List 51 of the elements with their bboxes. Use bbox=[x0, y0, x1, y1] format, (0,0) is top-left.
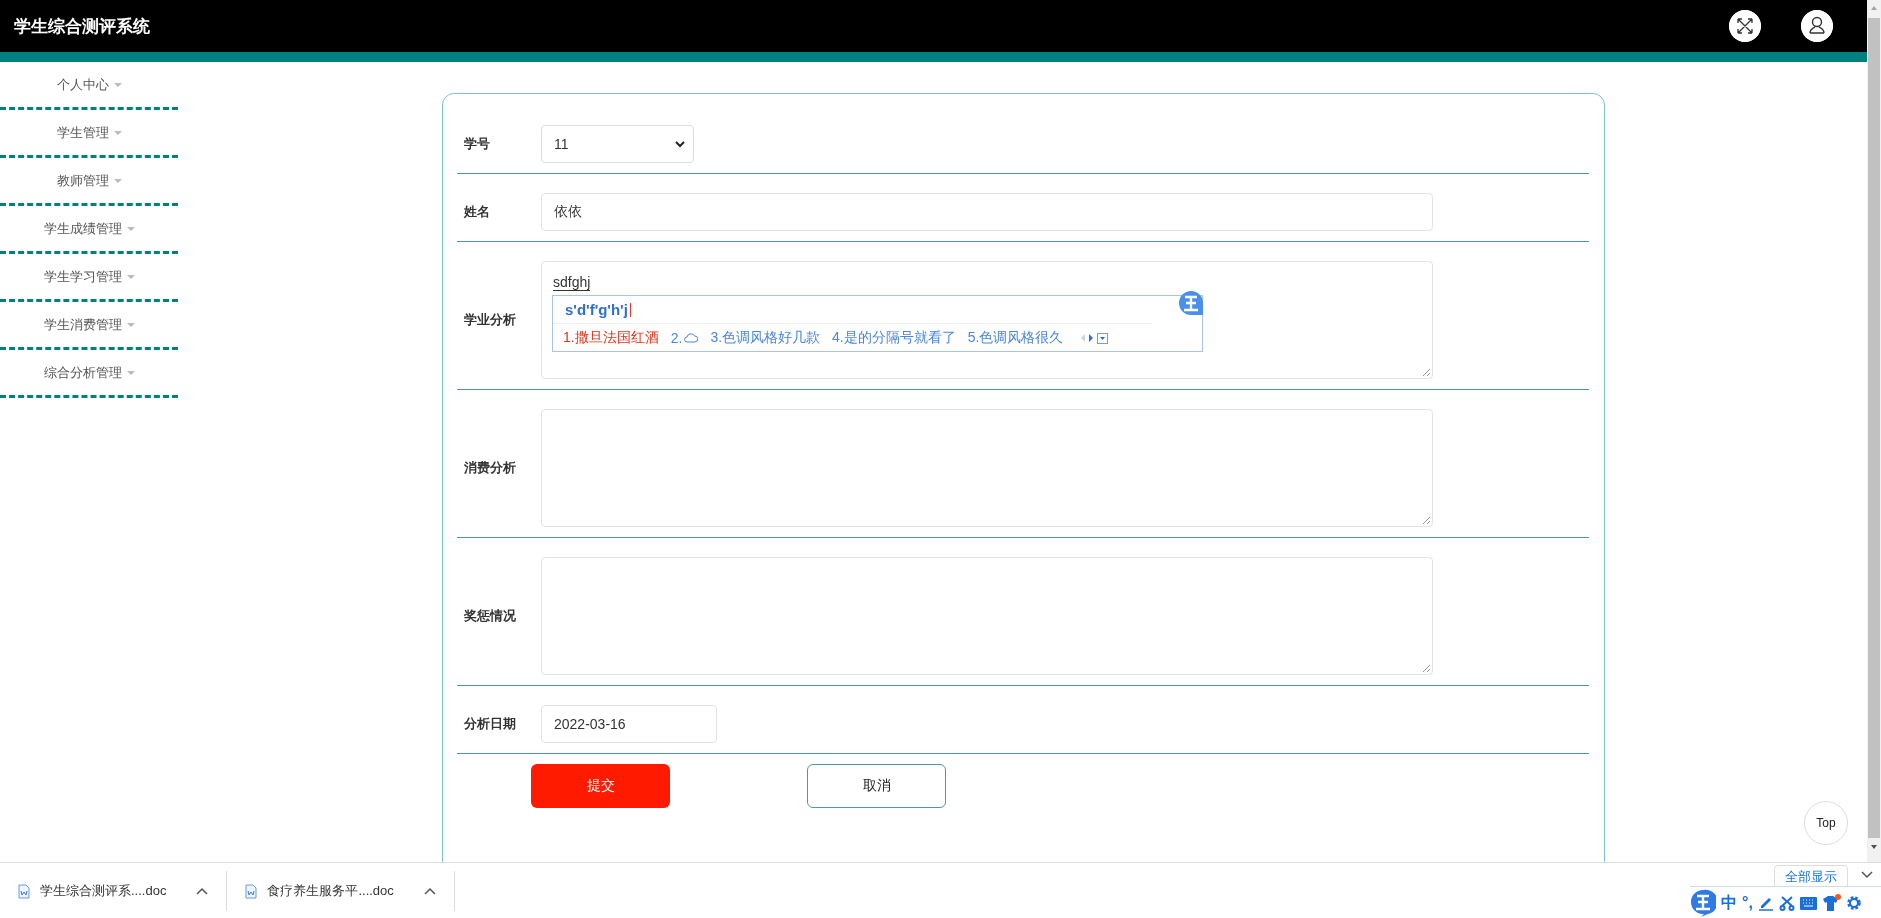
document-icon bbox=[18, 883, 30, 899]
submit-button[interactable]: 提交 bbox=[531, 764, 670, 808]
scissors-icon[interactable] bbox=[1778, 895, 1795, 911]
shirt-icon[interactable] bbox=[1821, 894, 1841, 912]
student-id-select[interactable]: 11 bbox=[541, 125, 694, 163]
caret-icon[interactable] bbox=[423, 887, 436, 895]
ime-candidate[interactable]: 3.色调风格好几款 bbox=[710, 329, 821, 347]
field-label: 分析日期 bbox=[463, 715, 517, 733]
fullscreen-icon[interactable] bbox=[1729, 10, 1761, 42]
menu-item[interactable]: 教师管理 bbox=[56, 171, 122, 190]
ime-candidate[interactable]: 2. bbox=[670, 330, 699, 346]
field-label: 学业分析 bbox=[463, 311, 517, 329]
download-file[interactable]: 学生综合测评系....doc bbox=[40, 882, 167, 900]
field-label: 奖惩情况 bbox=[463, 607, 517, 625]
back-to-top-button[interactable]: Top bbox=[1804, 801, 1848, 845]
cancel-button[interactable]: 取消 bbox=[807, 764, 946, 808]
page-arrows-icon[interactable] bbox=[1079, 333, 1096, 343]
ime-logo-icon[interactable] bbox=[1690, 889, 1716, 917]
field-label: 姓名 bbox=[463, 203, 491, 221]
cloud-icon bbox=[684, 333, 699, 343]
ime-candidate[interactable]: 4.是的分隔号就看了 bbox=[832, 329, 956, 347]
user-icon[interactable] bbox=[1801, 10, 1833, 42]
punctuation-toggle[interactable]: °, bbox=[1742, 894, 1753, 912]
resize-grip-icon[interactable] bbox=[1422, 368, 1430, 376]
caret-icon[interactable] bbox=[196, 887, 209, 895]
input-mode-toggle[interactable]: 中 bbox=[1721, 892, 1737, 914]
ime-candidate[interactable]: 5.色调风格很久 bbox=[967, 329, 1064, 347]
settings-icon[interactable] bbox=[1845, 895, 1862, 911]
name-field[interactable]: 依依 bbox=[541, 193, 1433, 231]
date-field[interactable]: 2022-03-16 bbox=[541, 705, 717, 743]
field-label: 学号 bbox=[463, 135, 491, 153]
document-icon bbox=[245, 883, 258, 899]
menu-item[interactable]: 学生学习管理 bbox=[43, 267, 135, 286]
show-all-button[interactable]: 全部显示 bbox=[1774, 865, 1848, 889]
dropdown-icon[interactable] bbox=[1097, 332, 1109, 344]
app-title: 学生综合测评系统 bbox=[14, 15, 151, 38]
keyboard-icon[interactable] bbox=[1799, 896, 1817, 910]
ime-composition: s'd'f'g'h'j bbox=[553, 296, 1152, 324]
menu-item[interactable]: 学生消费管理 bbox=[43, 315, 135, 334]
pen-icon[interactable] bbox=[1757, 895, 1774, 911]
menu-item[interactable]: 综合分析管理 bbox=[43, 363, 135, 382]
resize-grip-icon[interactable] bbox=[1422, 664, 1430, 672]
ime-candidate[interactable]: 1.撒旦法国红酒 bbox=[563, 329, 659, 347]
resize-grip-icon[interactable] bbox=[1422, 516, 1430, 524]
field-label: 消费分析 bbox=[463, 459, 517, 477]
menu-item[interactable]: 个人中心 bbox=[56, 75, 122, 94]
chevron-icon[interactable] bbox=[1861, 871, 1873, 879]
chevron-icon bbox=[675, 140, 685, 148]
download-file[interactable]: 食疗养生服务平....doc bbox=[267, 882, 394, 900]
menu-item[interactable]: 学生成绩管理 bbox=[43, 219, 135, 238]
menu-item[interactable]: 学生管理 bbox=[56, 123, 122, 142]
